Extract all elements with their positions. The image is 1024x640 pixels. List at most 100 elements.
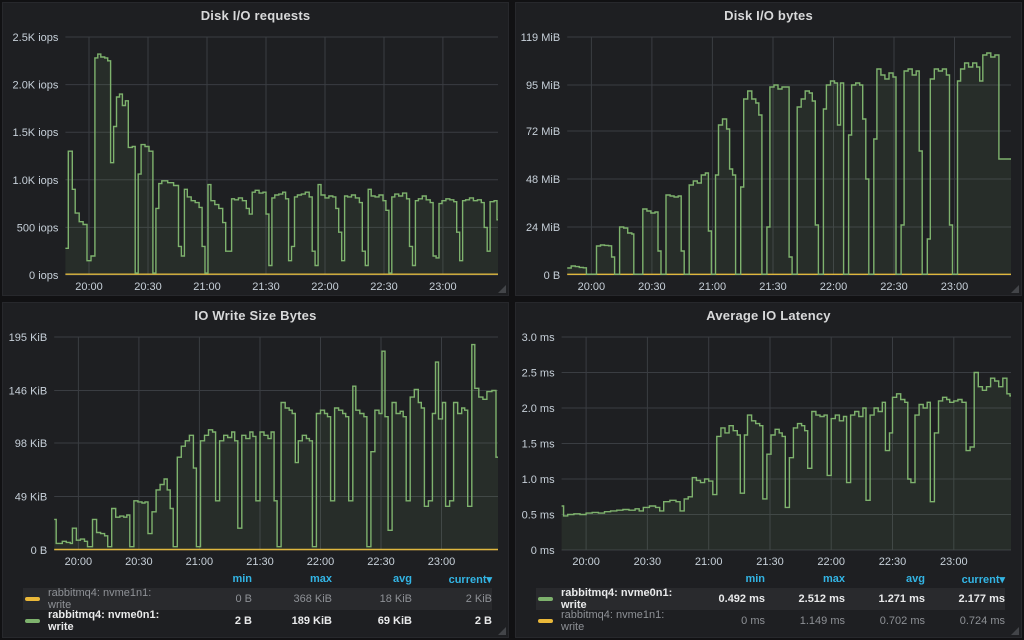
y-axis-tick-label: 146 KiB — [9, 386, 48, 398]
series-color-swatch[interactable] — [25, 597, 40, 601]
panel-header[interactable]: Average IO Latency — [516, 303, 1021, 327]
y-axis-tick-label: 1.0K iops — [13, 175, 59, 187]
legend-col-current[interactable]: current▾ — [925, 573, 1005, 586]
panel-resize-handle[interactable] — [498, 285, 506, 293]
panel-disk-io-bytes: Disk I/O bytes 0 B24 MiB48 MiB72 MiB95 M… — [515, 2, 1022, 296]
disk-io-bytes-chart[interactable]: 0 B24 MiB48 MiB72 MiB95 MiB119 MiB20:002… — [516, 27, 1021, 295]
legend-col-max[interactable]: max — [765, 573, 845, 585]
x-axis-tick-label: 22:30 — [880, 281, 908, 293]
x-axis-tick-label: 20:30 — [125, 556, 153, 568]
y-axis-tick-label: 48 MiB — [526, 174, 560, 186]
legend-table: minmaxavgcurrent▾rabbitmq4: nvme1n1: wri… — [3, 570, 508, 637]
legend-col-min[interactable]: min — [172, 573, 252, 585]
x-axis-tick-label: 21:00 — [695, 556, 723, 568]
legend-row: rabbitmq4: nvme0n1: write0.492 ms2.512 m… — [536, 588, 1005, 610]
legend-col-min[interactable]: min — [685, 573, 765, 585]
legend-col-current[interactable]: current▾ — [412, 573, 492, 586]
y-axis-tick-label: 195 KiB — [9, 332, 48, 344]
x-axis-tick-label: 22:00 — [817, 556, 845, 568]
y-axis-tick-label: 0.5 ms — [522, 510, 556, 522]
legend-value-max: 1.149 ms — [765, 615, 845, 627]
panel-resize-handle[interactable] — [1011, 627, 1019, 635]
x-axis-tick-label: 21:00 — [193, 281, 221, 293]
legend-value-min: 0 B — [172, 593, 252, 605]
x-axis-tick-label: 23:00 — [940, 556, 968, 568]
chart-canvas[interactable]: 0 ms0.5 ms1.0 ms1.5 ms2.0 ms2.5 ms3.0 ms… — [516, 327, 1021, 570]
x-axis-tick-label: 20:00 — [75, 281, 103, 293]
legend-table: minmaxavgcurrent▾rabbitmq4: nvme0n1: wri… — [516, 570, 1021, 637]
x-axis-tick-label: 20:30 — [134, 281, 162, 293]
panel-io-write-size-bytes: IO Write Size Bytes 0 B49 KiB98 KiB146 K… — [2, 302, 509, 638]
legend-value-min: 2 B — [172, 615, 252, 627]
y-axis-tick-label: 119 MiB — [521, 32, 561, 44]
legend-row: rabbitmq4: nvme1n1: write0 B368 KiB18 Ki… — [23, 588, 492, 610]
legend-col-avg[interactable]: avg — [845, 573, 925, 585]
legend-value-avg: 69 KiB — [332, 615, 412, 627]
series-color-swatch[interactable] — [25, 619, 40, 623]
legend-value-max: 2.512 ms — [765, 593, 845, 605]
panel-title[interactable]: Disk I/O bytes — [724, 8, 813, 23]
series-color-swatch[interactable] — [538, 597, 553, 601]
x-axis-tick-label: 20:00 — [572, 556, 600, 568]
y-axis-tick-label: 2.0K iops — [13, 80, 59, 92]
x-axis-tick-label: 21:30 — [246, 556, 274, 568]
x-axis-tick-label: 20:00 — [578, 281, 606, 293]
y-axis-tick-label: 1.5 ms — [522, 439, 556, 451]
y-axis-tick-label: 2.5 ms — [522, 368, 556, 380]
panel-title[interactable]: Disk I/O requests — [201, 8, 311, 23]
legend-value-avg: 1.271 ms — [845, 593, 925, 605]
panel-title[interactable]: Average IO Latency — [706, 308, 831, 323]
legend-series-name[interactable]: rabbitmq4: nvme0n1: write — [561, 587, 685, 611]
legend-header: minmaxavgcurrent▾ — [536, 570, 1005, 588]
legend-value-current: 0.724 ms — [925, 615, 1005, 627]
x-axis-tick-label: 21:00 — [186, 556, 214, 568]
y-axis-tick-label: 2.0 ms — [522, 403, 556, 415]
panel-header[interactable]: Disk I/O requests — [3, 3, 508, 27]
legend-row: rabbitmq4: nvme1n1: write0 ms1.149 ms 0.7… — [536, 610, 1005, 632]
chart-canvas[interactable]: 0 iops 500 iops 1.0K iops 1.5K iops 2.0K iop… — [3, 27, 508, 295]
legend-value-avg: 18 KiB — [332, 593, 412, 605]
series-area — [562, 373, 1011, 551]
x-axis-tick-label: 23:00 — [428, 556, 456, 568]
legend-col-max[interactable]: max — [252, 573, 332, 585]
chart-canvas[interactable]: 0 B49 KiB98 KiB146 KiB195 KiB20:0020:302… — [3, 327, 508, 570]
panel-header[interactable]: Disk I/O bytes — [516, 3, 1021, 27]
x-axis-tick-label: 20:00 — [65, 556, 93, 568]
chart-canvas[interactable]: 0 B24 MiB48 MiB72 MiB95 MiB119 MiB20:002… — [516, 27, 1021, 295]
average-io-latency-chart[interactable]: 0 ms0.5 ms1.0 ms1.5 ms2.0 ms2.5 ms3.0 ms… — [516, 327, 1021, 570]
io-write-size-bytes-chart[interactable]: 0 B49 KiB98 KiB146 KiB195 KiB20:0020:302… — [3, 327, 508, 570]
y-axis-tick-label: 95 MiB — [526, 80, 560, 92]
x-axis-tick-label: 21:30 — [756, 556, 784, 568]
legend-value-current: 2 B — [412, 615, 492, 627]
legend-header: minmaxavgcurrent▾ — [23, 570, 492, 588]
x-axis-tick-label: 22:30 — [879, 556, 907, 568]
legend-series-name[interactable]: rabbitmq4: nvme1n1: write — [48, 587, 172, 611]
series-color-swatch[interactable] — [538, 619, 553, 623]
y-axis-tick-label: 24 MiB — [526, 222, 560, 234]
y-axis-tick-label: 72 MiB — [526, 126, 560, 138]
x-axis-tick-label: 22:00 — [311, 281, 339, 293]
x-axis-tick-label: 23:00 — [429, 281, 457, 293]
x-axis-tick-label: 21:30 — [759, 281, 787, 293]
legend-value-max: 368 KiB — [252, 593, 332, 605]
legend-col-avg[interactable]: avg — [332, 573, 412, 585]
legend-series-name[interactable]: rabbitmq4: nvme1n1: write — [561, 609, 685, 633]
disk-io-requests-chart[interactable]: 0 iops 500 iops 1.0K iops 1.5K iops 2.0K iop… — [3, 27, 508, 295]
legend-series-name[interactable]: rabbitmq4: nvme0n1: write — [48, 609, 172, 633]
panel-resize-handle[interactable] — [1011, 285, 1019, 293]
x-axis-tick-label: 22:30 — [367, 556, 395, 568]
legend-value-current: 2.177 ms — [925, 593, 1005, 605]
y-axis-tick-label: 0 ms — [531, 545, 555, 557]
y-axis-tick-label: 1.5K iops — [13, 127, 59, 139]
panel-resize-handle[interactable] — [498, 627, 506, 635]
x-axis-tick-label: 22:00 — [307, 556, 335, 568]
series-area — [54, 345, 498, 550]
y-axis-tick-label: 3.0 ms — [522, 332, 556, 344]
legend-value-min: 0 ms — [685, 615, 765, 627]
grafana-dashboard: Disk I/O requests 0 iops 500 iops 1.0K iop… — [0, 0, 1024, 640]
y-axis-tick-label: 500 iops — [17, 222, 59, 234]
panel-title[interactable]: IO Write Size Bytes — [194, 308, 316, 323]
y-axis-tick-label: 0 iops — [29, 270, 59, 282]
panel-header[interactable]: IO Write Size Bytes — [3, 303, 508, 327]
legend-value-min: 0.492 ms — [685, 593, 765, 605]
